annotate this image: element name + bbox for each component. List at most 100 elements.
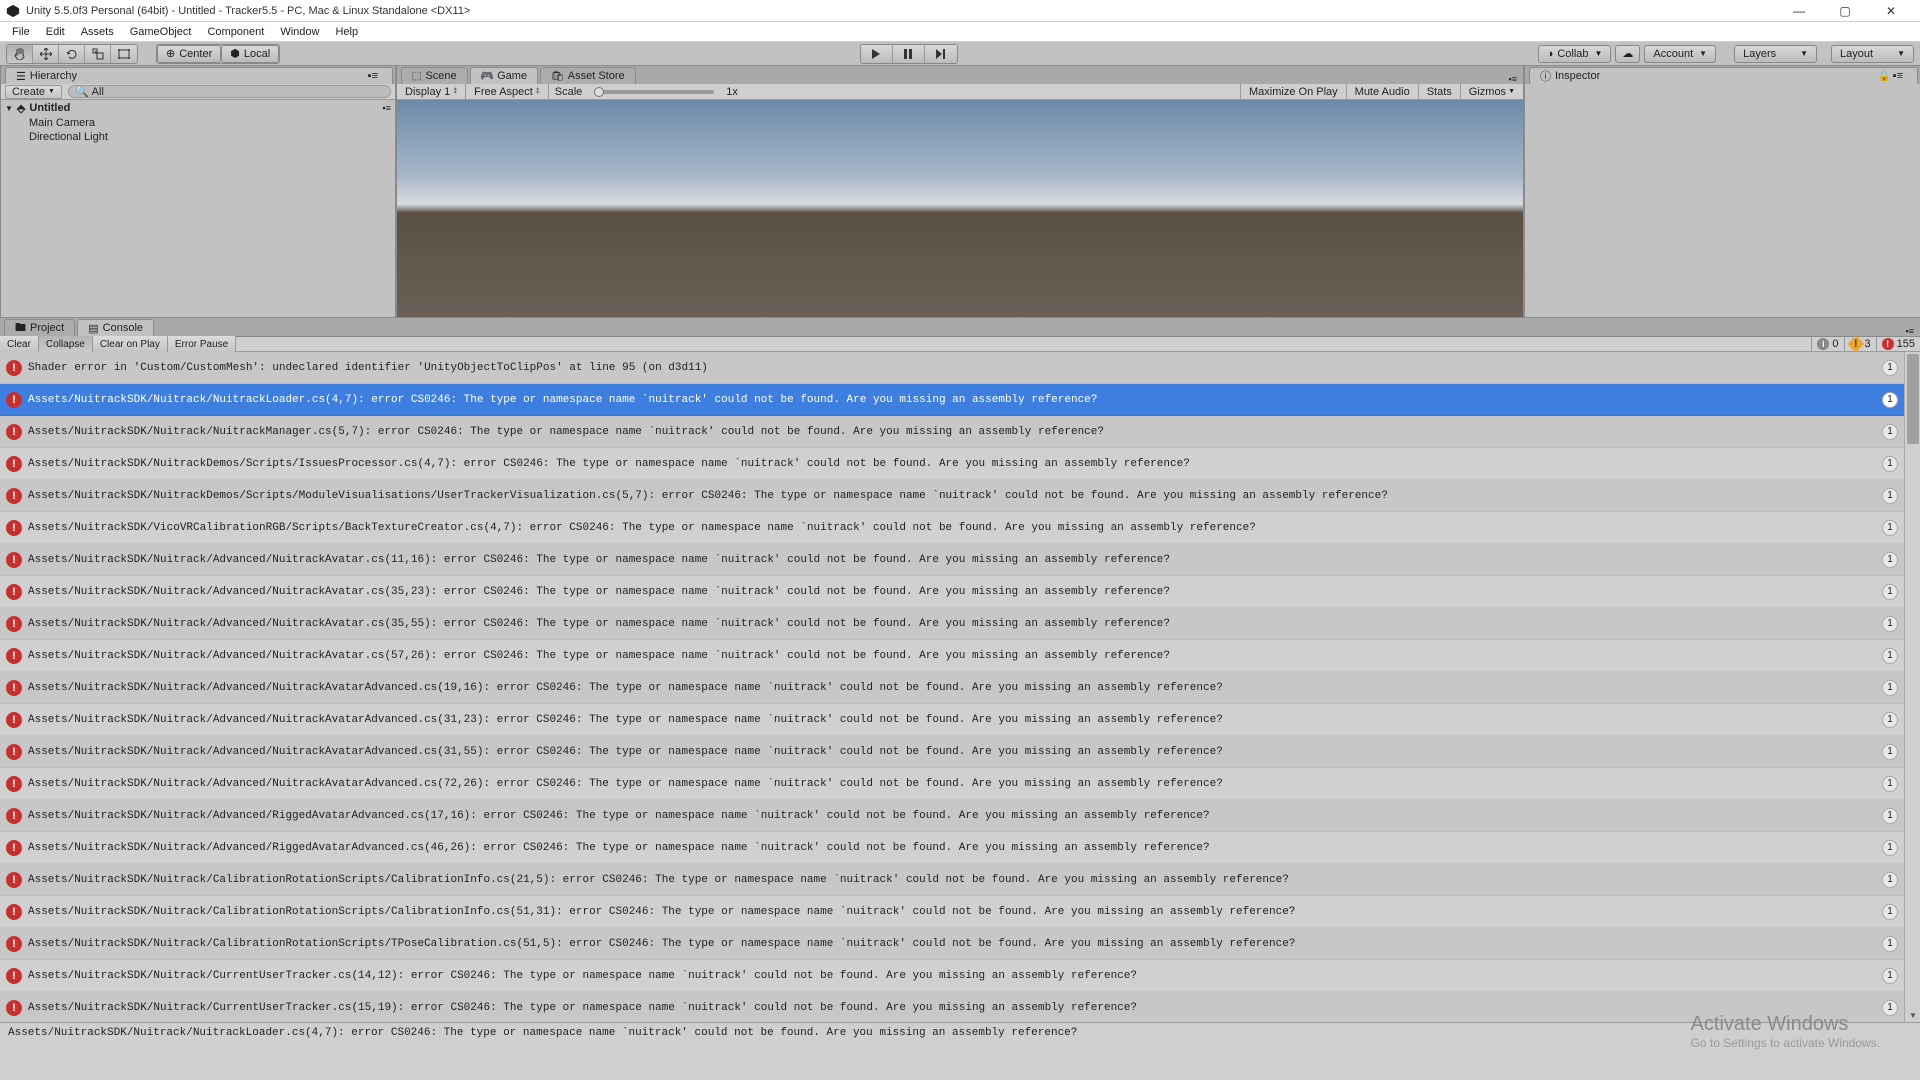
error-pause-toggle[interactable]: Error Pause	[168, 336, 236, 352]
info-count-toggle[interactable]: i0	[1811, 337, 1843, 351]
panel-menu-icon[interactable]: ▪≡	[364, 70, 382, 82]
rect-tool-button[interactable]	[111, 45, 137, 63]
warn-count-toggle[interactable]: !3	[1844, 337, 1876, 351]
tab-hierarchy[interactable]: ☰ Hierarchy ▪≡	[5, 67, 393, 84]
console-row[interactable]: !Assets/NuitrackSDK/NuitrackDemos/Script…	[0, 480, 1920, 512]
panel-menu-icon[interactable]: ▪≡	[1893, 70, 1903, 82]
scroll-thumb[interactable]	[1907, 354, 1919, 444]
tab-console[interactable]: ▤Console	[77, 319, 154, 336]
cloud-button[interactable]: ☁	[1615, 45, 1640, 63]
layout-dropdown[interactable]: Layout▼	[1831, 45, 1914, 63]
scrollbar[interactable]: ▲ ▼	[1904, 352, 1920, 1022]
console-row[interactable]: !Assets/NuitrackSDK/Nuitrack/Calibration…	[0, 864, 1920, 896]
aspect-dropdown[interactable]: Free Aspect‡	[466, 84, 549, 99]
console-row[interactable]: !Assets/NuitrackSDK/Nuitrack/CurrentUser…	[0, 992, 1920, 1022]
console-row[interactable]: !Assets/NuitrackSDK/Nuitrack/NuitrackMan…	[0, 416, 1920, 448]
console-row[interactable]: !Assets/NuitrackSDK/NuitrackDemos/Script…	[0, 448, 1920, 480]
console-row[interactable]: ! Assets/NuitrackSDK/Nuitrack/Advanced/Nu…	[0, 640, 1920, 672]
step-button[interactable]	[925, 45, 957, 63]
console-list[interactable]: ▲ ▼ !Shader error in 'Custom/CustomMesh'…	[0, 352, 1920, 1022]
error-icon: !	[6, 392, 22, 408]
rotate-tool-button[interactable]	[59, 45, 85, 63]
console-row[interactable]: !Assets/NuitrackSDK/Nuitrack/Advanced/Nu…	[0, 576, 1920, 608]
console-row[interactable]: !Assets/NuitrackSDK/VicoVRCalibrationRGB…	[0, 512, 1920, 544]
console-row[interactable]: !Shader error in 'Custom/CustomMesh': un…	[0, 352, 1920, 384]
tab-scene[interactable]: ⬚Scene	[401, 67, 468, 84]
menu-edit[interactable]: Edit	[38, 24, 73, 40]
hierarchy-item[interactable]: Directional Light	[1, 130, 395, 144]
menu-window[interactable]: Window	[272, 24, 327, 40]
console-row[interactable]: ! Assets/NuitrackSDK/Nuitrack/Advanced/Nu…	[0, 544, 1920, 576]
console-row[interactable]: !Assets/NuitrackSDK/Nuitrack/Advanced/Ri…	[0, 832, 1920, 864]
menu-file[interactable]: File	[4, 24, 38, 40]
close-button[interactable]: ✕	[1868, 0, 1914, 22]
error-count-toggle[interactable]: !155	[1876, 337, 1920, 351]
layers-dropdown[interactable]: Layers▼	[1734, 45, 1817, 63]
hand-tool-button[interactable]	[7, 45, 33, 63]
hierarchy-item[interactable]: Main Camera	[1, 116, 395, 130]
minimize-button[interactable]: —	[1776, 0, 1822, 22]
search-icon: 🔍	[75, 85, 89, 98]
console-row[interactable]: !Assets/NuitrackSDK/Nuitrack/Calibration…	[0, 928, 1920, 960]
console-detail[interactable]: Assets/NuitrackSDK/Nuitrack/NuitrackLoad…	[0, 1022, 1920, 1080]
console-row[interactable]: !Assets/NuitrackSDK/Nuitrack/CurrentUser…	[0, 960, 1920, 992]
console-message: Assets/NuitrackSDK/Nuitrack/Advanced/Nui…	[28, 554, 1876, 566]
pivot-center-button[interactable]: ⊕Center	[157, 45, 221, 63]
scale-value: 1x	[720, 86, 744, 98]
scale-tool-button[interactable]	[85, 45, 111, 63]
tab-asset-store[interactable]: 🛍Asset Store	[540, 67, 636, 84]
move-tool-button[interactable]	[33, 45, 59, 63]
folder-icon: 🖿	[15, 319, 26, 338]
console-row[interactable]: !Assets/NuitrackSDK/Nuitrack/Advanced/Nu…	[0, 672, 1920, 704]
scroll-down-icon[interactable]: ▼	[1905, 1008, 1920, 1022]
tab-inspector[interactable]: ⓘ Inspector 🔒▪≡	[1529, 67, 1918, 84]
tab-game[interactable]: 🎮Game	[470, 67, 538, 84]
collab-dropdown[interactable]: ◑Collab▼	[1538, 45, 1612, 63]
error-icon: !	[6, 552, 22, 568]
toolbar: ⊕Center ⬢Local ◑Collab▼ ☁ Account▼ Layer…	[0, 42, 1920, 66]
maximize-button[interactable]: ▢	[1822, 0, 1868, 22]
console-message: Assets/NuitrackSDK/Nuitrack/Advanced/Nui…	[28, 618, 1876, 630]
menu-help[interactable]: Help	[327, 24, 366, 40]
create-dropdown[interactable]: Create ▼	[5, 85, 62, 99]
local-icon: ⬢	[230, 47, 240, 60]
console-message: Assets/NuitrackSDK/Nuitrack/Advanced/Nui…	[28, 650, 1876, 662]
panel-menu-icon[interactable]: ▪≡	[1503, 74, 1523, 84]
console-row[interactable]: !Assets/NuitrackSDK/Nuitrack/Calibration…	[0, 896, 1920, 928]
foldout-icon[interactable]: ▼	[5, 104, 13, 113]
maximize-on-play-toggle[interactable]: Maximize On Play	[1240, 84, 1346, 99]
gizmos-dropdown[interactable]: Gizmos▼	[1460, 84, 1523, 99]
console-row[interactable]: !Assets/NuitrackSDK/Nuitrack/Advanced/Nu…	[0, 736, 1920, 768]
clear-on-play-toggle[interactable]: Clear on Play	[93, 336, 168, 352]
error-icon: !	[6, 776, 22, 792]
error-icon: !	[6, 648, 22, 664]
display-dropdown[interactable]: Display 1‡	[397, 84, 466, 99]
panel-menu-icon[interactable]: ▪≡	[1900, 326, 1920, 336]
game-view[interactable]	[397, 100, 1523, 317]
console-row[interactable]: !Assets/NuitrackSDK/Nuitrack/Advanced/Nu…	[0, 768, 1920, 800]
account-dropdown[interactable]: Account▼	[1644, 45, 1716, 63]
collab-icon: ◑	[1547, 48, 1554, 60]
console-row[interactable]: !Assets/NuitrackSDK/Nuitrack/Advanced/Nu…	[0, 608, 1920, 640]
pivot-local-button[interactable]: ⬢Local	[221, 45, 279, 63]
scale-slider[interactable]	[594, 90, 714, 94]
menu-gameobject[interactable]: GameObject	[122, 24, 200, 40]
mute-audio-toggle[interactable]: Mute Audio	[1346, 84, 1418, 99]
hierarchy-search-input[interactable]: 🔍All	[68, 85, 391, 98]
console-row[interactable]: !Assets/NuitrackSDK/Nuitrack/Advanced/Nu…	[0, 704, 1920, 736]
error-icon: !	[6, 520, 22, 536]
menu-component[interactable]: Component	[199, 24, 272, 40]
scene-header[interactable]: ▼ ⬘ Untitled ▪≡	[1, 100, 395, 116]
menu-assets[interactable]: Assets	[73, 24, 122, 40]
pause-button[interactable]	[893, 45, 925, 63]
stats-toggle[interactable]: Stats	[1418, 84, 1460, 99]
console-row[interactable]: !Assets/NuitrackSDK/Nuitrack/Advanced/Ri…	[0, 800, 1920, 832]
tab-project[interactable]: 🖿Project	[4, 319, 75, 336]
collapse-count: 1	[1882, 392, 1898, 408]
play-button[interactable]	[861, 45, 893, 63]
lock-icon[interactable]: 🔒	[1876, 71, 1892, 82]
collapse-toggle[interactable]: Collapse	[39, 336, 93, 352]
console-row[interactable]: !Assets/NuitrackSDK/Nuitrack/NuitrackLoa…	[0, 384, 1920, 416]
clear-button[interactable]: Clear	[0, 336, 39, 352]
scene-menu-icon[interactable]: ▪≡	[383, 103, 391, 113]
